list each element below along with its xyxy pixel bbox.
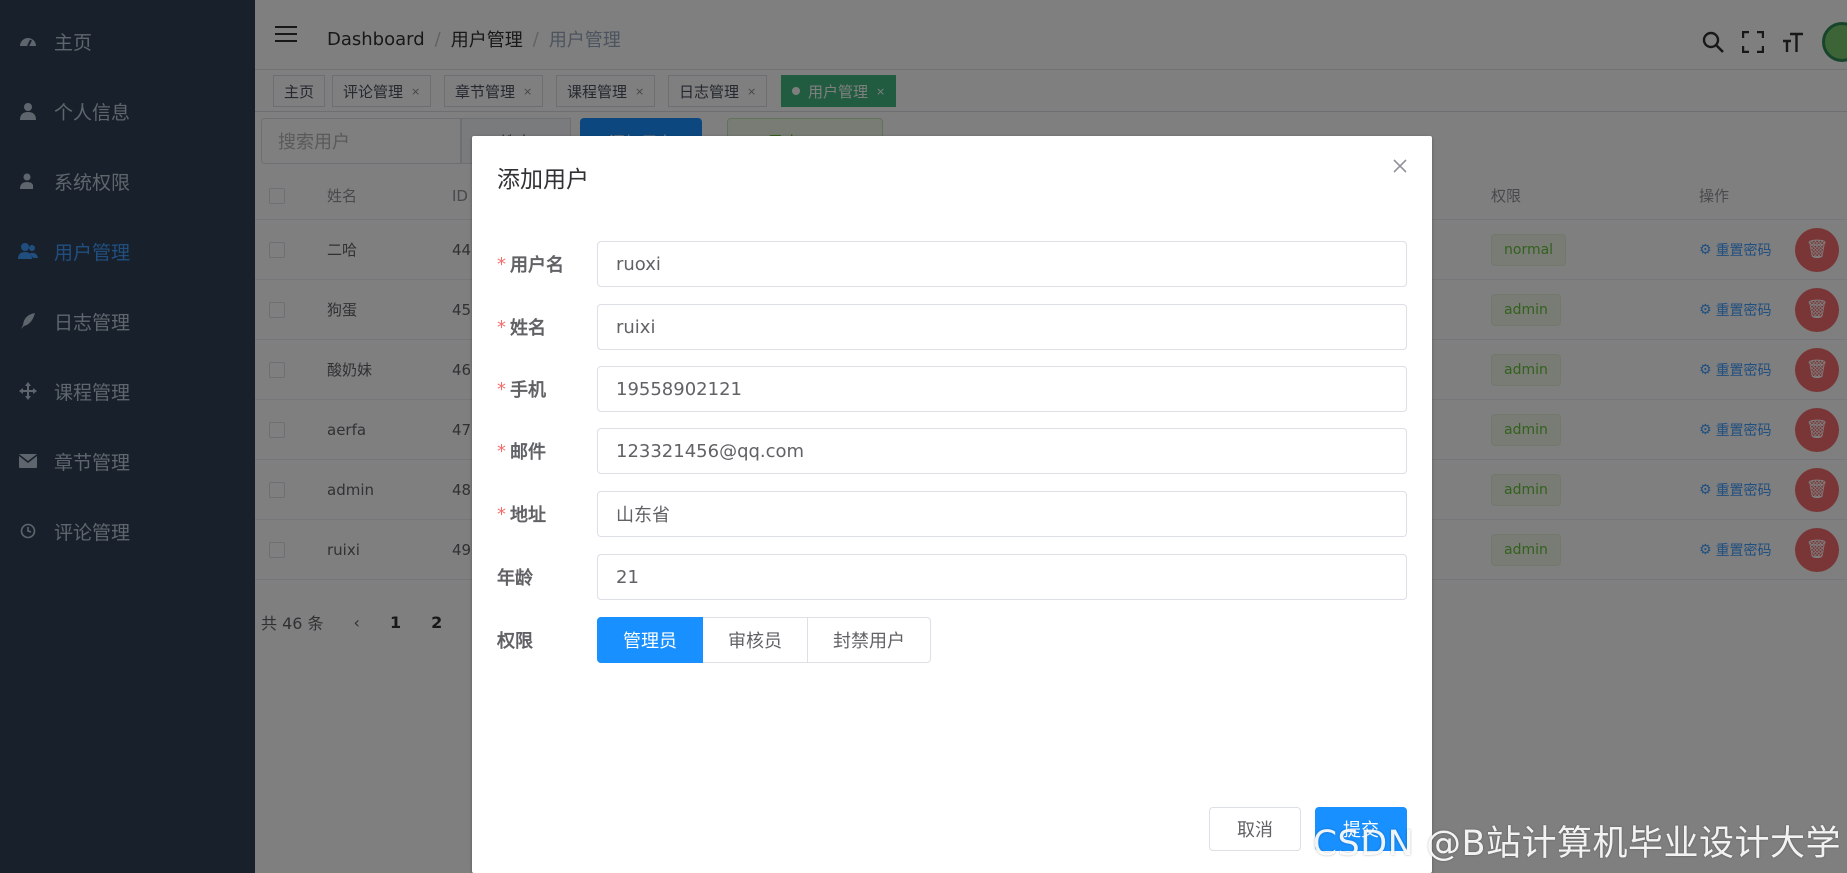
address-field[interactable]: 山东省 — [597, 491, 1407, 537]
field-value: ruixi — [616, 316, 656, 338]
radio-admin[interactable]: 管理员 — [597, 617, 703, 663]
add-user-dialog: 添加用户 * 用户名 ruoxi * 姓名 ruixi * 手机 1955890212… — [472, 136, 1432, 873]
form-item-phone: * 手机 19558902121 — [497, 366, 1409, 412]
form-label: 年龄 — [497, 554, 533, 600]
radio-label: 封禁用户 — [833, 631, 905, 652]
radio-banned[interactable]: 封禁用户 — [808, 617, 931, 663]
radio-label: 管理员 — [623, 631, 677, 652]
form-label: * 邮件 — [497, 428, 546, 474]
phone-field[interactable]: 19558902121 — [597, 366, 1407, 412]
dialog-title: 添加用户 — [497, 167, 589, 193]
form-label-text: 姓名 — [510, 318, 546, 339]
form-label-text: 年龄 — [497, 568, 533, 589]
field-value: 19558902121 — [616, 378, 742, 400]
form-label-text: 手机 — [510, 380, 546, 401]
form-label: 权限 — [497, 617, 533, 663]
cancel-button[interactable]: 取消 — [1209, 807, 1301, 851]
username-field[interactable]: ruoxi — [597, 241, 1407, 287]
field-value: ruoxi — [616, 253, 661, 275]
form-item-email: * 邮件 123321456@qq.com — [497, 428, 1409, 474]
cancel-label: 取消 — [1237, 820, 1273, 841]
form-label: * 姓名 — [497, 304, 546, 350]
form-label-text: 邮件 — [510, 442, 546, 463]
form-label-text: 用户名 — [510, 255, 564, 276]
close-icon[interactable] — [1392, 158, 1408, 174]
form-label-text: 权限 — [497, 631, 533, 652]
form-item-name: * 姓名 ruixi — [497, 304, 1409, 350]
form-label: * 用户名 — [497, 241, 564, 287]
watermark: CSDN @B站计算机毕业设计大学 — [1312, 824, 1841, 864]
field-value: 123321456@qq.com — [616, 440, 805, 462]
name-field[interactable]: ruixi — [597, 304, 1407, 350]
form-item-permission: 权限 管理员 审核员 封禁用户 — [497, 617, 1409, 663]
permission-radio-group: 管理员 审核员 封禁用户 — [597, 617, 931, 663]
form-label-text: 地址 — [510, 505, 546, 526]
radio-label: 审核员 — [728, 631, 782, 652]
field-value: 山东省 — [616, 505, 670, 526]
form-label: * 地址 — [497, 491, 546, 537]
age-field[interactable]: 21 — [597, 554, 1407, 600]
form-item-age: 年龄 21 — [497, 554, 1409, 600]
form-item-address: * 地址 山东省 — [497, 491, 1409, 537]
radio-reviewer[interactable]: 审核员 — [703, 617, 808, 663]
form-label: * 手机 — [497, 366, 546, 412]
field-value: 21 — [616, 566, 639, 588]
email-field[interactable]: 123321456@qq.com — [597, 428, 1407, 474]
form-item-username: * 用户名 ruoxi — [497, 241, 1409, 287]
